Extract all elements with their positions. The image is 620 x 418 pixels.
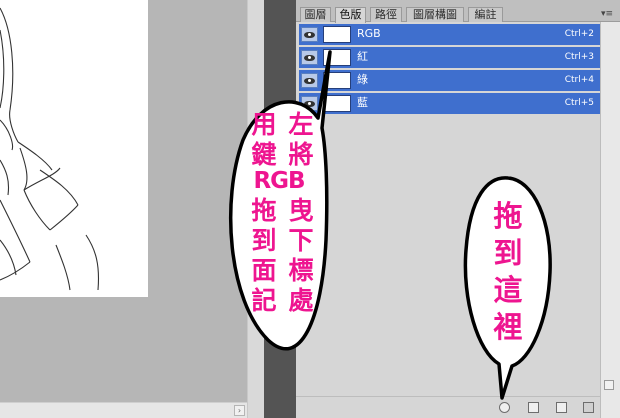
tab-channels[interactable]: 色版 [335, 7, 366, 23]
tab-layers[interactable]: 圖層 [300, 7, 331, 22]
right-bubble-text: 拖 到 這 裡 [488, 198, 528, 346]
channel-row-blue[interactable]: 藍 Ctrl+5 [299, 93, 600, 115]
channel-shortcut: Ctrl+3 [564, 52, 594, 62]
tab-paths[interactable]: 路徑 [370, 7, 402, 22]
annotation-char: 記 [251, 286, 277, 315]
panel-resize-grip[interactable] [604, 380, 614, 390]
channel-shortcut: Ctrl+2 [564, 29, 594, 39]
channel-row-rgb[interactable]: RGB Ctrl+2 [299, 24, 600, 46]
channel-row-red[interactable]: 紅 Ctrl+3 [299, 47, 600, 69]
annotation-char: 曳 [288, 196, 314, 225]
channel-name: RGB [357, 27, 381, 40]
annotation-char: RGB [253, 168, 305, 194]
panel-bottom-toolbar [296, 396, 600, 418]
channel-shortcut: Ctrl+5 [564, 98, 594, 108]
load-channel-as-selection-icon[interactable] [499, 402, 510, 413]
delete-channel-icon[interactable] [583, 402, 594, 413]
save-selection-as-channel-icon[interactable] [528, 402, 539, 413]
left-bubble-column-left-lower: 拖 到 面 記 [244, 196, 284, 316]
visibility-eye-icon[interactable] [301, 27, 318, 42]
channel-thumbnail [323, 72, 351, 89]
channel-row-green[interactable]: 綠 Ctrl+4 [299, 70, 600, 92]
annotation-char: 到 [493, 236, 523, 270]
annotation-char: 用 [251, 110, 277, 139]
annotation-char: 到 [251, 226, 277, 255]
annotation-char: 拖 [251, 196, 277, 225]
channel-name: 紅 [357, 50, 368, 63]
channel-name: 藍 [357, 96, 368, 109]
scroll-right-arrow-icon[interactable]: › [234, 405, 245, 416]
document-image[interactable] [0, 0, 148, 297]
left-bubble-column-right-lower: 曳 下 標 處 [284, 196, 318, 316]
annotation-char: 處 [288, 286, 314, 315]
channel-thumbnail [323, 49, 351, 66]
visibility-eye-icon[interactable] [301, 73, 318, 88]
horizontal-scrollbar[interactable]: › [0, 402, 247, 418]
visibility-eye-icon[interactable] [301, 96, 318, 111]
tab-notes[interactable]: 編註 [468, 7, 503, 22]
channel-thumbnail [323, 26, 351, 43]
panel-scroll-strip[interactable] [600, 22, 620, 418]
annotation-char: 面 [251, 256, 277, 285]
panel-menu-icon[interactable]: ▾≡ [599, 8, 615, 20]
annotation-char: 這 [493, 273, 523, 307]
canvas-area[interactable]: › [0, 0, 247, 418]
new-channel-icon[interactable] [556, 402, 567, 413]
annotation-char: 標 [288, 256, 314, 285]
panel-tab-bar: 圖層 色版 路徑 圖層構圖 編註 [296, 0, 620, 23]
annotation-char: 左 [288, 110, 314, 139]
line-art-drawing [0, 7, 100, 291]
channel-shortcut: Ctrl+4 [564, 75, 594, 85]
annotation-char: 裡 [493, 310, 523, 344]
annotation-char: 下 [288, 226, 314, 255]
channel-name: 綠 [357, 73, 368, 86]
tab-layer-comps[interactable]: 圖層構圖 [406, 7, 464, 22]
annotation-char: 拖 [493, 199, 523, 233]
left-bubble-column-right: 左 將 [284, 110, 318, 170]
channel-thumbnail [323, 95, 351, 112]
visibility-eye-icon[interactable] [301, 50, 318, 65]
left-bubble-column-left: 用 鍵 [244, 110, 284, 170]
left-bubble-rgb-label: RGB [234, 166, 324, 196]
